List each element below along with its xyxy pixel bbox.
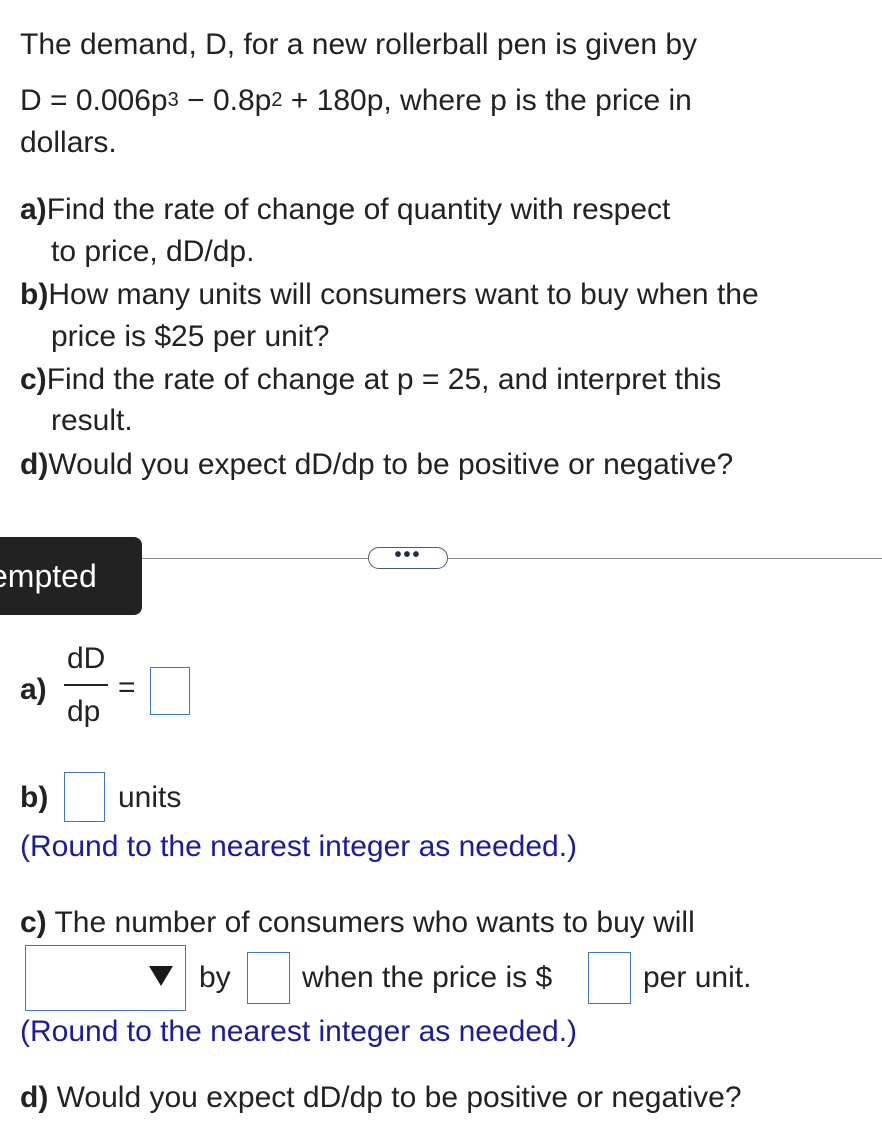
badge-label: empted	[0, 558, 97, 594]
fraction-denominator: dp	[67, 695, 101, 728]
part-c-text: Find the rate of change at p = 25, and i…	[46, 363, 722, 396]
part-a-line2: to price, dD/dp.	[51, 235, 255, 268]
fraction-bar	[64, 684, 108, 686]
part-b-line2: price is $25 per unit?	[51, 320, 330, 353]
answer-c-label: c)	[20, 906, 47, 939]
exponent-2: 2	[271, 89, 283, 111]
answer-c-per-unit: per unit.	[643, 961, 752, 994]
part-d-label: d)	[20, 448, 49, 481]
dropdown-arrow-icon	[149, 966, 173, 986]
answer-c-by: by	[199, 961, 231, 994]
divider-left	[140, 558, 368, 559]
answer-c-hint: (Round to the nearest integer as needed.…	[20, 1015, 578, 1048]
part-a-label: a)	[20, 193, 47, 226]
part-a-line1: a)Find the rate of change of quantity wi…	[20, 192, 670, 228]
answer-b-units: units	[118, 781, 182, 814]
part-d-line1: d)Would you expect dD/dp to be positive …	[20, 447, 733, 483]
question-intro: The demand, D, for a new rollerball pen …	[20, 28, 698, 61]
answer-c-amount-input[interactable]	[247, 952, 290, 1004]
answer-d-text: Would you expect dD/dp to be positive or…	[48, 1081, 742, 1114]
attempted-badge: empted	[0, 537, 142, 615]
equation-prefix: D = 0.006p	[20, 84, 168, 117]
answer-a-input[interactable]	[150, 667, 190, 715]
expand-toggle-button[interactable]: •••	[368, 545, 448, 569]
answer-b-hint: (Round to the nearest integer as needed.…	[20, 830, 578, 863]
answer-c-line1: c) The number of consumers who wants to …	[20, 905, 695, 941]
part-c-line2: result.	[51, 404, 133, 437]
answer-c-price-input[interactable]	[588, 952, 631, 1004]
exponent-3: 3	[167, 89, 179, 111]
equation-mid: − 0.8p	[178, 84, 272, 117]
part-c-label: c)	[20, 363, 47, 396]
part-b-line1: b)How many units will consumers want to …	[20, 277, 759, 313]
answer-b-label: b)	[20, 781, 49, 814]
question-dollars: dollars.	[20, 126, 117, 159]
answer-b-input[interactable]	[64, 772, 105, 822]
divider-right	[448, 558, 882, 559]
demand-equation: D = 0.006p3 − 0.8p2 + 180p, where p is t…	[20, 83, 692, 122]
answer-d-line1: d) Would you expect dD/dp to be positive…	[20, 1080, 742, 1116]
answer-d-label: d)	[20, 1081, 49, 1114]
fraction-numerator: dD	[67, 642, 106, 675]
part-c-line1: c)Find the rate of change at p = 25, and…	[20, 362, 721, 398]
equals-sign: =	[118, 671, 136, 704]
part-b-label: b)	[20, 278, 49, 311]
answer-a-label: a)	[20, 673, 47, 706]
equation-suffix: + 180p, where p is the price in	[282, 84, 692, 117]
answer-c-when: when the price is $	[302, 961, 553, 994]
part-d-text: Would you expect dD/dp to be positive or…	[48, 448, 734, 481]
answer-c-text: The number of consumers who wants to buy…	[46, 906, 695, 939]
part-a-text: Find the rate of change of quantity with…	[46, 193, 671, 226]
part-b-text: How many units will consumers want to bu…	[48, 278, 759, 311]
